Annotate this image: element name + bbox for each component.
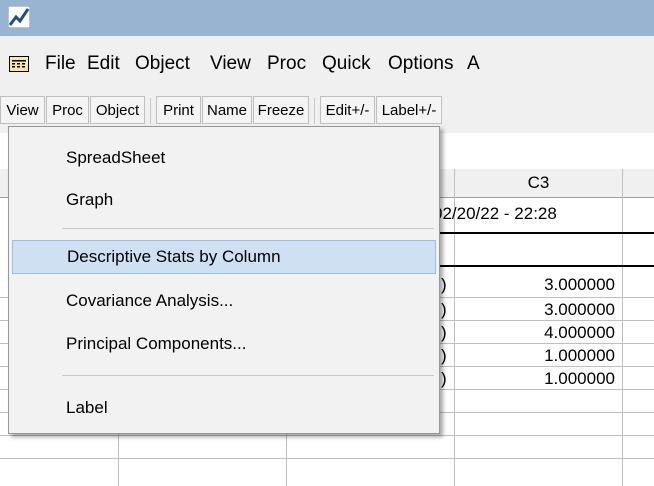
cell-fragment: ) (441, 300, 447, 319)
toolbar-separator (150, 98, 151, 124)
toolbar-object-button[interactable]: Object (90, 96, 145, 124)
toolbar-print-button[interactable]: Print (156, 96, 201, 124)
toolbar-view-button[interactable]: View (0, 96, 45, 124)
cell-fragment: ) (441, 369, 447, 388)
cell-fragment: ) (441, 346, 447, 365)
menu-item-graph[interactable]: Graph (12, 183, 436, 217)
menu-file[interactable]: File (45, 53, 76, 75)
menu-add-ins[interactable]: A (467, 53, 480, 75)
heavy-rule (440, 232, 654, 234)
menu-proc[interactable]: Proc (267, 53, 306, 75)
data-cell[interactable]: 3.000000 (455, 275, 615, 295)
data-cell[interactable]: 4.000000 (455, 323, 615, 343)
eviews-window: File Edit Object View Proc Quick Options… (0, 0, 654, 486)
menu-quick[interactable]: Quick (322, 53, 371, 75)
chart-app-icon[interactable] (8, 6, 30, 28)
menu-bar: File Edit Object View Proc Quick Options… (0, 36, 654, 92)
cell-fragment: ) (441, 275, 447, 294)
grid-line (0, 435, 654, 436)
cell-fragment: ) (441, 323, 447, 342)
menu-item-label[interactable]: Label (12, 391, 436, 425)
toolbar-freeze-button[interactable]: Freeze (253, 96, 309, 124)
menu-item-descriptive-stats[interactable]: Descriptive Stats by Column (12, 240, 436, 274)
menu-separator (62, 375, 434, 376)
menu-edit[interactable]: Edit (87, 53, 120, 75)
menu-object[interactable]: Object (135, 53, 190, 75)
grid-line (0, 458, 654, 459)
proc-dropdown-menu: SpreadSheet Graph Descriptive Stats by C… (8, 126, 440, 434)
data-cell[interactable]: 1.000000 (455, 369, 615, 389)
data-cell[interactable]: 3.000000 (455, 300, 615, 320)
toolbar-label-button[interactable]: Label+/- (376, 96, 442, 124)
data-cell[interactable]: 1.000000 (455, 346, 615, 366)
date-cell: 02/20/22 - 22:28 (433, 204, 557, 223)
menu-item-spreadsheet[interactable]: SpreadSheet (12, 141, 436, 175)
toolbar-edit-button[interactable]: Edit+/- (320, 96, 375, 124)
grid-line (622, 169, 623, 486)
menu-options[interactable]: Options (388, 53, 453, 75)
menu-item-covariance-analysis[interactable]: Covariance Analysis... (12, 284, 436, 318)
toolbar-proc-button[interactable]: Proc (46, 96, 89, 124)
toolbar-name-button[interactable]: Name (202, 96, 252, 124)
menu-view[interactable]: View (210, 53, 251, 75)
window-menu-icon[interactable] (9, 56, 29, 72)
heavy-rule (440, 265, 654, 267)
title-bar (0, 0, 654, 36)
menu-item-principal-components[interactable]: Principal Components... (12, 327, 436, 361)
toolbar-separator (314, 98, 315, 124)
menu-separator (62, 228, 434, 229)
column-header-c3[interactable]: C3 (455, 169, 622, 197)
